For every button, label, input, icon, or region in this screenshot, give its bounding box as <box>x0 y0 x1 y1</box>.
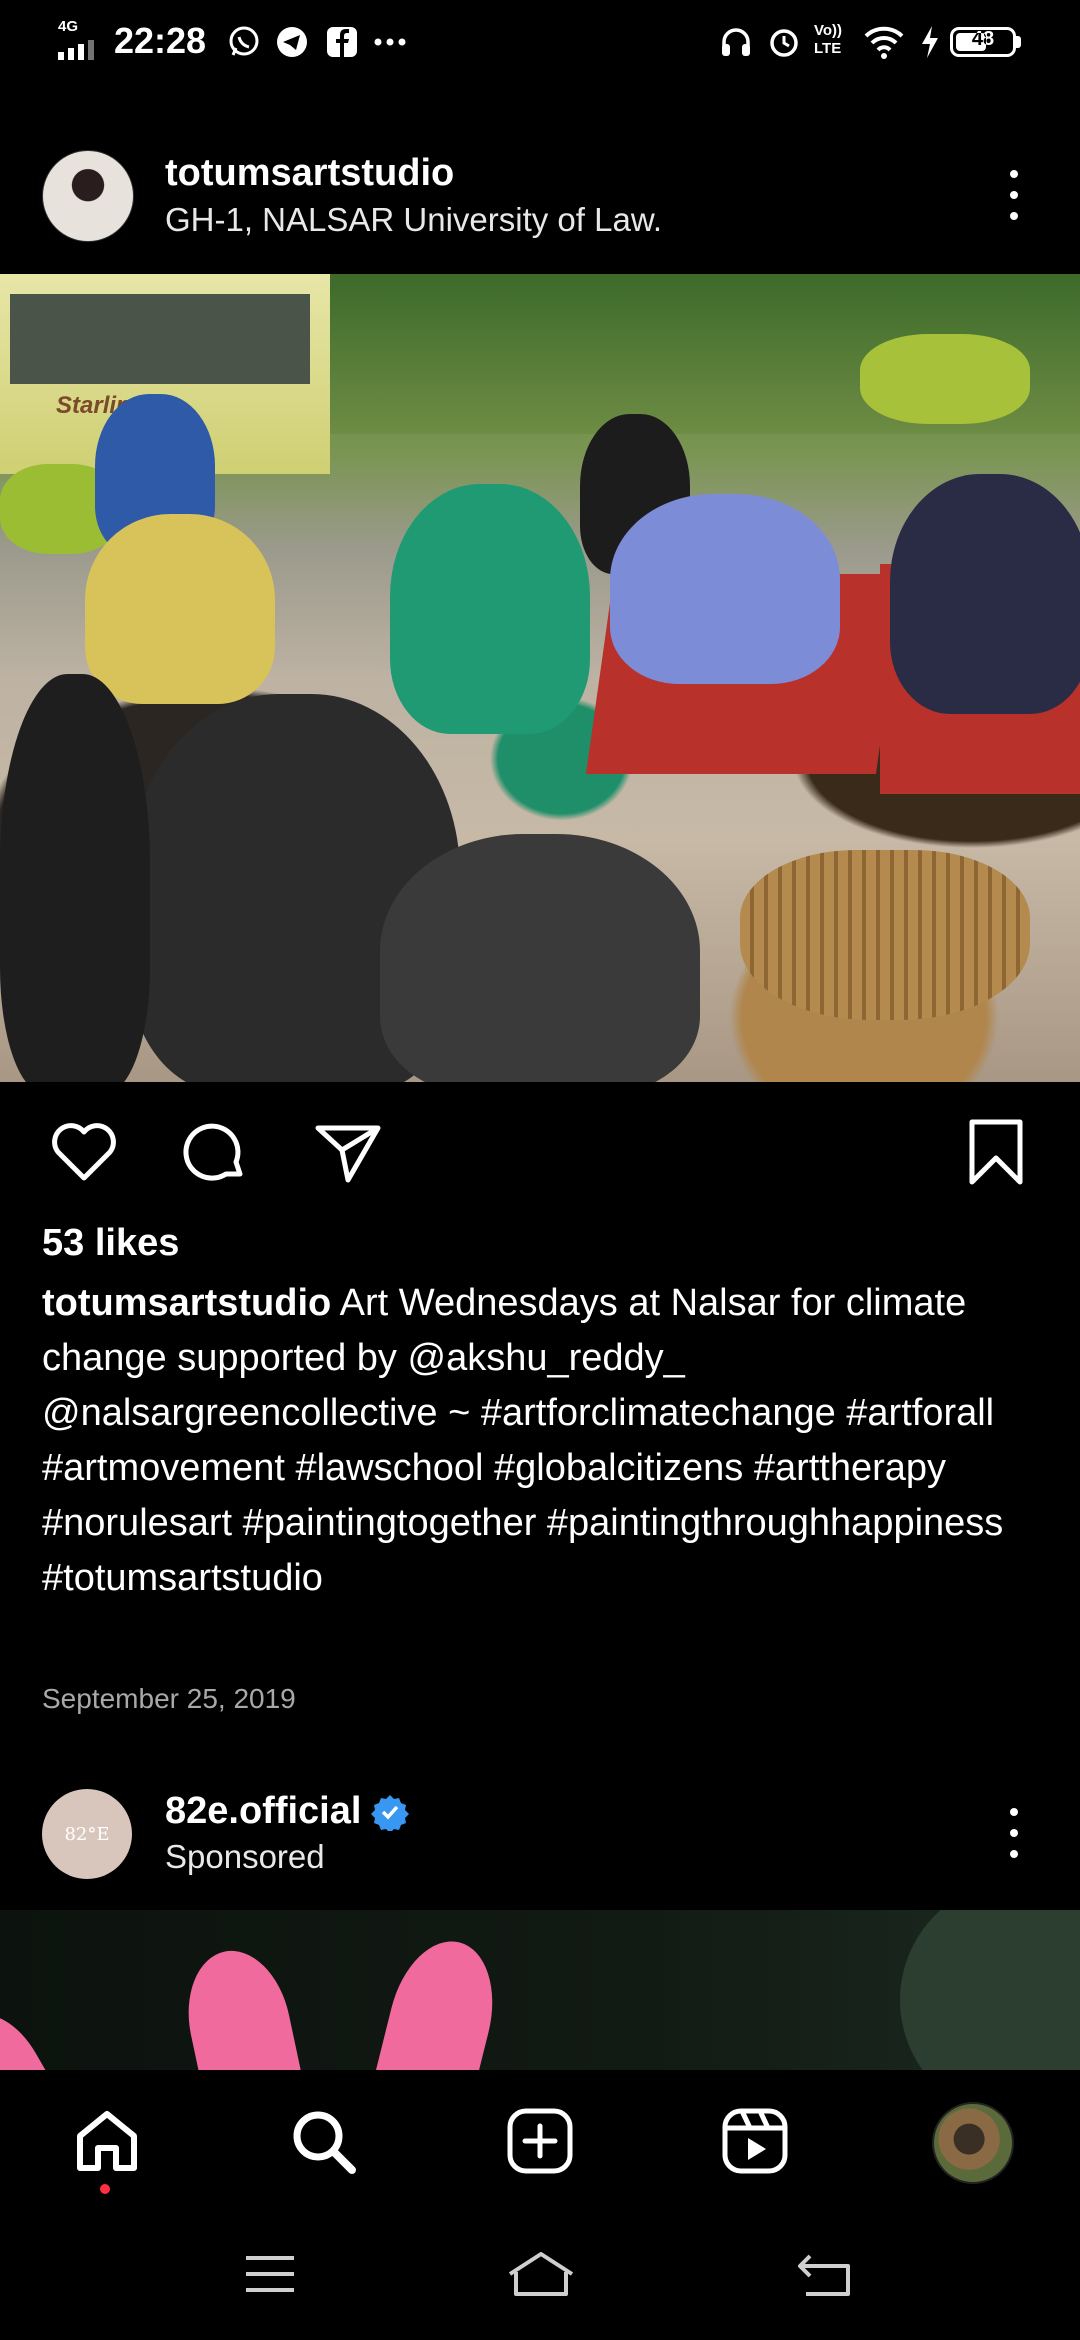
status-bar: 4G 22:28 Vo)) LTE 48 <box>0 0 1080 84</box>
post-caption: totumsartstudio Art Wednesdays at Nalsar… <box>42 1276 1042 1606</box>
system-navigation-bar <box>0 2210 1080 2340</box>
photo-petal <box>0 2000 66 2070</box>
sponsor-username[interactable]: 82e.official <box>165 1790 361 1833</box>
photo-person <box>85 514 275 704</box>
alarm-icon <box>770 29 798 57</box>
photo-person <box>390 484 590 734</box>
home-notification-dot <box>100 2184 110 2194</box>
headphones-icon <box>722 28 750 56</box>
create-icon[interactable] <box>505 2106 575 2176</box>
telegram-icon <box>277 27 307 57</box>
facebook-icon <box>327 27 357 57</box>
post-username[interactable]: totumsartstudio <box>165 152 454 195</box>
sponsor-avatar[interactable]: 82°E <box>42 1789 132 1879</box>
photo-person <box>890 474 1080 714</box>
reels-icon[interactable] <box>720 2106 790 2176</box>
post-image[interactable]: Starline <box>0 274 1080 1082</box>
sponsored-image[interactable] <box>0 1910 1080 2070</box>
sponsor-name-row: 82e.official <box>165 1790 410 1833</box>
profile-avatar[interactable] <box>932 2102 1014 2184</box>
save-bookmark-icon[interactable] <box>960 1116 1032 1188</box>
charging-icon <box>922 26 938 58</box>
photo-person <box>0 674 150 1082</box>
battery-icon: 48 <box>950 27 1016 57</box>
network-signal-icon: 4G <box>58 18 104 60</box>
photo-basket <box>740 850 1030 1020</box>
verified-badge-icon <box>371 1794 410 1831</box>
caption-username[interactable]: totumsartstudio <box>42 1282 331 1324</box>
photo-petal <box>372 1930 508 2070</box>
photo-person <box>610 494 840 684</box>
photo-shrub <box>860 334 1030 424</box>
sponsored-label: Sponsored <box>165 1838 325 1875</box>
clock: 22:28 <box>114 20 207 61</box>
photo-leaf <box>900 1910 1080 2070</box>
bottom-navigation <box>0 2070 1080 2210</box>
likes-count[interactable]: 53 likes <box>42 1222 179 1265</box>
comment-icon[interactable] <box>180 1116 252 1188</box>
post-location[interactable]: GH-1, NALSAR University of Law. <box>165 201 662 239</box>
volte-icon: Vo)) LTE <box>814 22 843 57</box>
whatsapp-icon <box>229 26 259 56</box>
caption-text: Art Wednesdays at Nalsar for climate cha… <box>42 1282 1004 1599</box>
share-send-icon[interactable] <box>312 1116 384 1188</box>
search-icon[interactable] <box>288 2106 358 2176</box>
back-icon[interactable] <box>796 2250 852 2298</box>
sponsor-more-options-icon[interactable] <box>1008 1808 1020 1858</box>
post-author-avatar[interactable] <box>42 150 134 242</box>
wifi-icon <box>864 26 904 59</box>
post-date: September 25, 2019 <box>42 1683 296 1714</box>
photo-petal <box>175 1941 305 2070</box>
photo-person <box>380 834 700 1082</box>
post-more-options-icon[interactable] <box>1008 170 1020 220</box>
home-button-icon[interactable] <box>506 2250 576 2298</box>
like-heart-icon[interactable] <box>48 1116 120 1188</box>
menu-icon[interactable] <box>244 2254 296 2294</box>
battery-tip <box>1016 36 1021 48</box>
home-icon[interactable] <box>72 2106 142 2176</box>
more-notifications-icon <box>374 38 406 46</box>
